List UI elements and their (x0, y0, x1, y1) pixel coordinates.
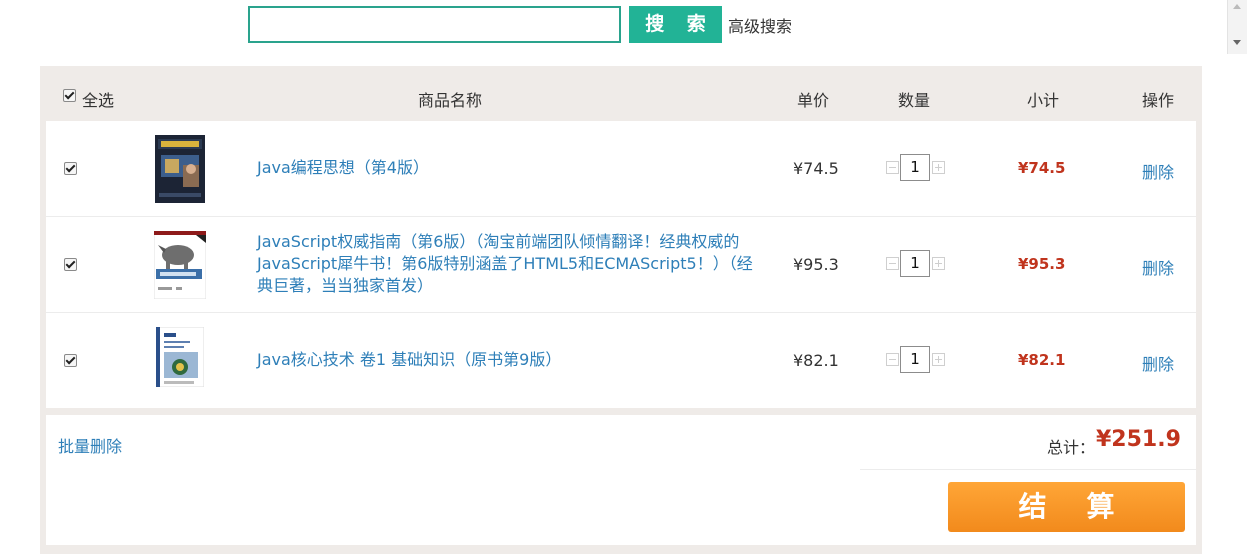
item-subtotal: ¥82.1 (1018, 351, 1066, 369)
cart-footer: 批量删除 总计： ¥251.9 结算 (46, 415, 1196, 545)
header-unit-price: 单价 (797, 91, 830, 110)
cart-panel: 全选 商品名称 单价 数量 小计 操作 Java编程思想（第4版） ¥74.5 … (40, 66, 1202, 554)
header-action: 操作 (1142, 91, 1175, 110)
cart-item-row: JavaScript权威指南（第6版）（淘宝前端团队倾情翻译！经典权威的Java… (46, 217, 1196, 312)
item-checkbox[interactable] (64, 354, 77, 367)
scrollbar[interactable] (1227, 0, 1247, 54)
item-subtotal: ¥95.3 (1018, 255, 1066, 273)
item-unit-price: ¥74.5 (793, 159, 839, 178)
batch-delete-link[interactable]: 批量删除 (58, 433, 122, 457)
quantity-input[interactable]: 1 (900, 346, 930, 373)
thinking-in-java-cover[interactable] (155, 135, 205, 203)
checkout-button[interactable]: 结算 (948, 482, 1185, 532)
core-java-cover[interactable] (156, 327, 204, 387)
footer-divider (860, 469, 1196, 470)
header-select-all: 全选 (82, 91, 115, 110)
advanced-search-link[interactable]: 高级搜索 (728, 13, 792, 37)
plus-icon[interactable] (932, 161, 945, 174)
cart-item-row: Java核心技术 卷1 基础知识（原书第9版） ¥82.1 1 ¥82.1 删除 (46, 313, 1196, 408)
search-button[interactable]: 搜 索 (629, 6, 722, 43)
delete-item-link[interactable]: 删除 (1142, 255, 1174, 279)
item-unit-price: ¥95.3 (793, 255, 839, 274)
delete-item-link[interactable]: 删除 (1142, 159, 1174, 183)
plus-icon[interactable] (932, 257, 945, 270)
total-value: ¥251.9 (1096, 427, 1181, 452)
cart-header: 全选 商品名称 单价 数量 小计 操作 (40, 66, 1202, 121)
header-subtotal: 小计 (1027, 91, 1060, 110)
total-label: 总计： (1047, 438, 1096, 457)
item-name-link[interactable]: JavaScript权威指南（第6版）（淘宝前端团队倾情翻译！经典权威的Java… (257, 231, 767, 297)
scroll-up-arrow-icon[interactable] (1233, 4, 1241, 9)
plus-icon[interactable] (932, 353, 945, 366)
scroll-down-arrow-icon[interactable] (1233, 40, 1241, 45)
quantity-input[interactable]: 1 (900, 250, 930, 277)
item-unit-price: ¥82.1 (793, 351, 839, 370)
item-subtotal: ¥74.5 (1018, 159, 1066, 177)
item-name-link[interactable]: Java编程思想（第4版） (257, 157, 767, 179)
item-checkbox[interactable] (64, 162, 77, 175)
delete-item-link[interactable]: 删除 (1142, 351, 1174, 375)
cart-item-row: Java编程思想（第4版） ¥74.5 1 ¥74.5 删除 (46, 121, 1196, 216)
search-input[interactable] (248, 6, 621, 43)
header-product-name: 商品名称 (418, 91, 483, 110)
header-quantity: 数量 (898, 91, 931, 110)
item-name-link[interactable]: Java核心技术 卷1 基础知识（原书第9版） (257, 349, 767, 371)
item-checkbox[interactable] (64, 258, 77, 271)
minus-icon[interactable] (886, 257, 899, 270)
minus-icon[interactable] (886, 353, 899, 366)
select-all-checkbox[interactable] (63, 89, 76, 102)
quantity-input[interactable]: 1 (900, 154, 930, 181)
minus-icon[interactable] (886, 161, 899, 174)
javascript-definitive-guide-cover[interactable] (154, 231, 206, 299)
